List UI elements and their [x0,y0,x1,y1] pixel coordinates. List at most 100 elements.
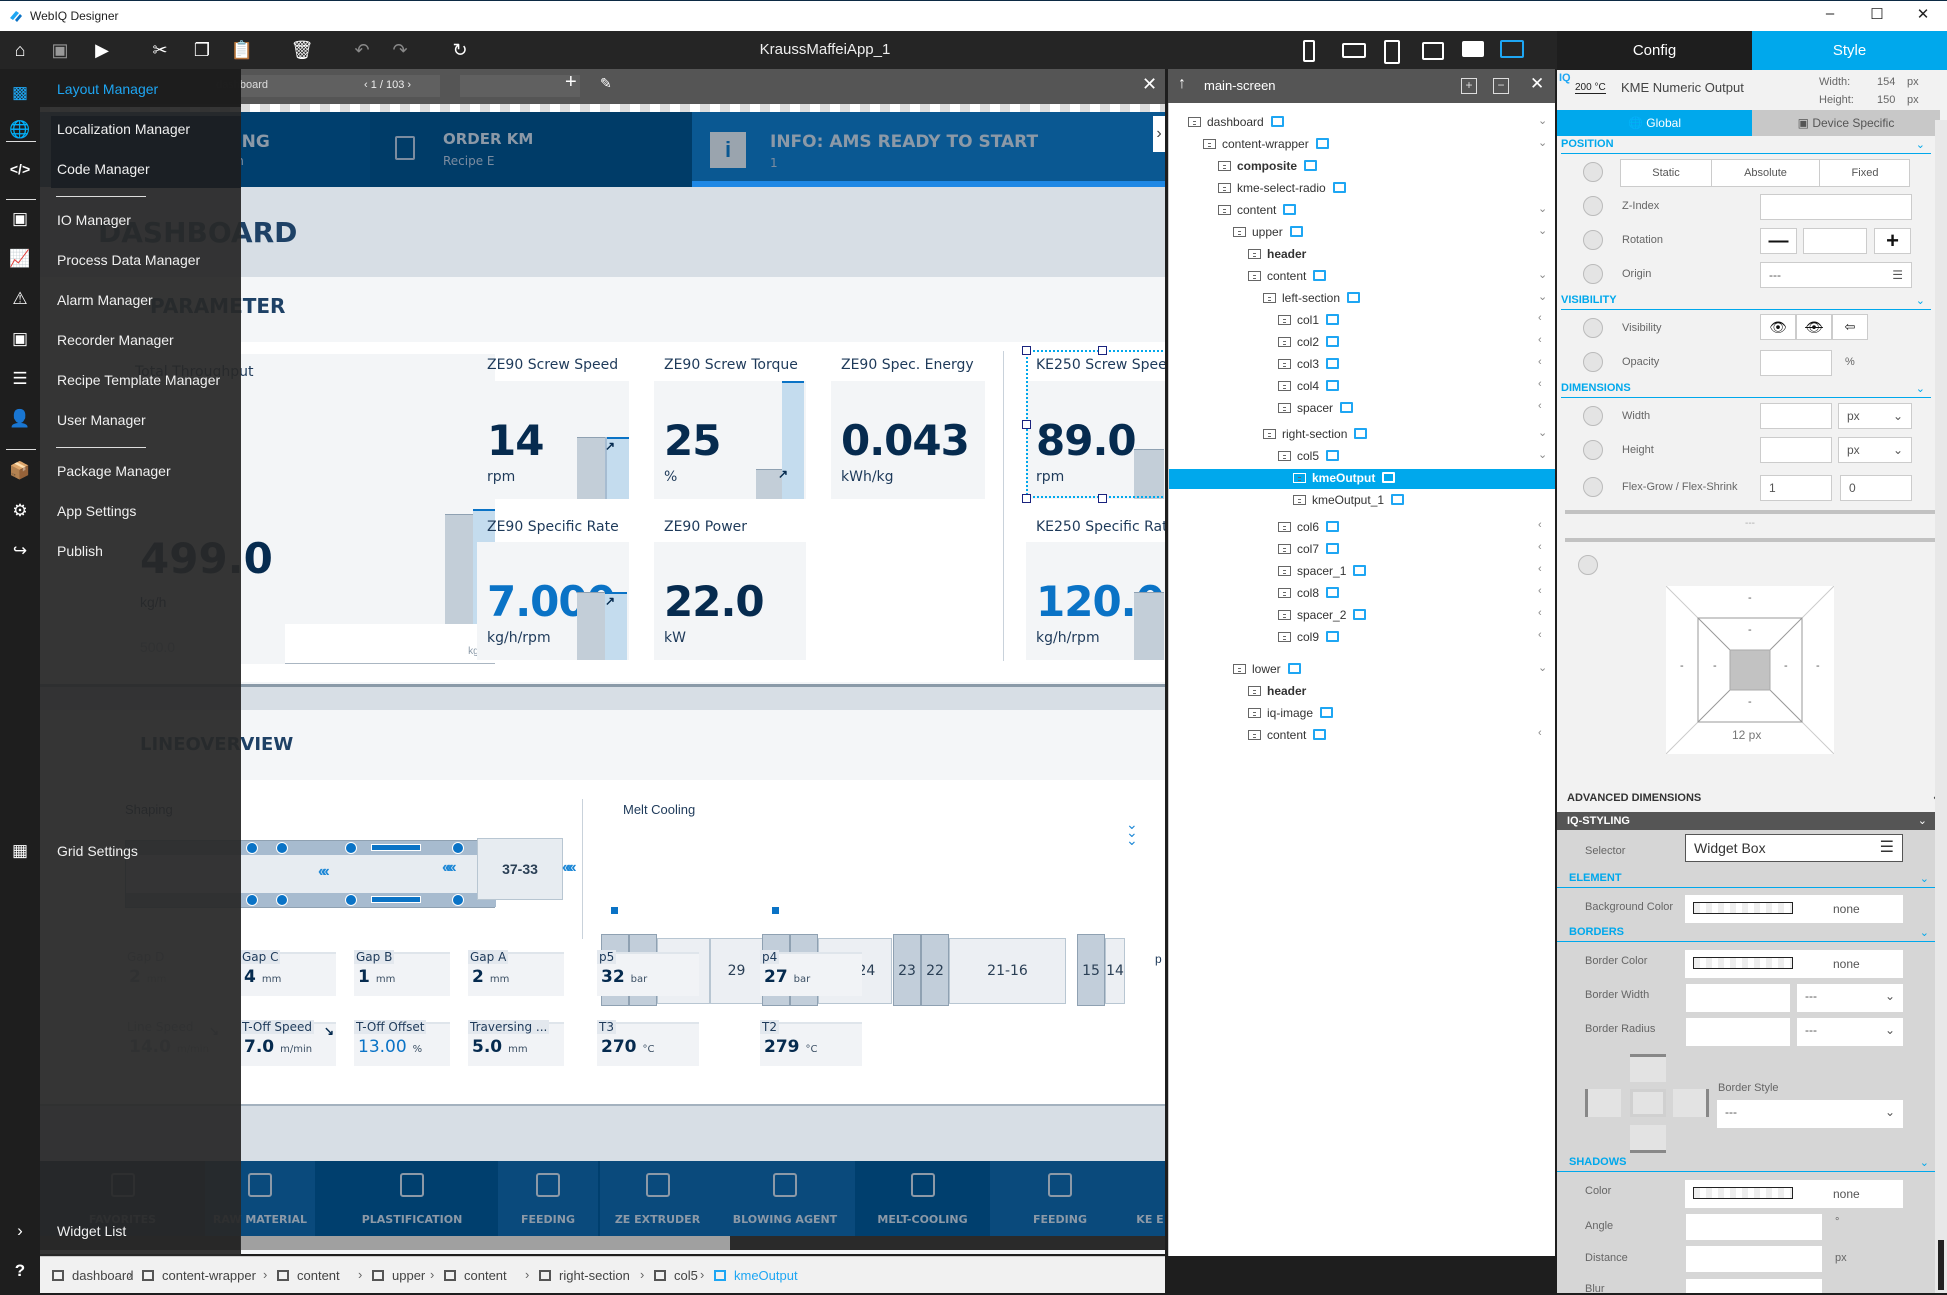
edit-responsive-icon[interactable] [1315,138,1329,149]
position-fixed-button[interactable]: Fixed [1820,160,1910,186]
menu-item-recorder-manager[interactable]: Recorder Manager [57,332,174,348]
edit-responsive-icon[interactable] [1340,402,1354,413]
footer-tab[interactable]: KE E [1130,1161,1165,1236]
tree-node[interactable]: composite [1218,156,1318,176]
tree-node[interactable]: col8 [1278,583,1340,603]
add-icon[interactable]: + [565,71,577,94]
kpi-widget-ze90-screw-torque[interactable]: 25 % ↗ [654,381,806,499]
chevron-down-icon[interactable]: ⌄ [1538,290,1547,303]
chevron-left-icon[interactable]: ‹ [1538,519,1542,531]
warning-icon[interactable]: ⚠ [8,287,32,311]
section-visibility[interactable]: VISIBILITY ⌄ [1561,294,1931,310]
chevron-left-icon[interactable]: ‹ [1538,629,1542,641]
menu-item-app-settings[interactable]: App Settings [57,503,136,519]
menu-item-user-manager[interactable]: User Manager [57,412,146,428]
value-widget[interactable]: T-Off Offset 13.00% [354,1020,450,1066]
footer-tab[interactable]: BLOWING AGENT [715,1161,855,1236]
border-radius-unit-select[interactable]: --- ⌄ [1797,1018,1903,1046]
device-laptop-icon[interactable] [1462,41,1484,57]
undo-icon[interactable]: ↶ [350,38,374,62]
tree-node[interactable]: col1 [1278,310,1340,330]
rotation-decrement-button[interactable]: — [1760,228,1797,254]
edit-responsive-icon[interactable] [1326,521,1340,532]
breadcrumb-item[interactable]: content-wrapper [142,1268,256,1283]
border-side-left-button[interactable] [1585,1089,1621,1117]
menu-item-grid-settings[interactable]: Grid Settings [57,843,138,859]
opacity-input[interactable] [1760,350,1832,376]
position-static-button[interactable]: Static [1621,160,1712,186]
edit-responsive-icon[interactable] [1326,336,1340,347]
section-borders[interactable]: BORDERS ⌄ [1557,926,1935,942]
chevron-left-icon[interactable]: ‹ [1538,312,1542,324]
value-widget[interactable]: Traversing ... 5.0 mm [468,1020,564,1066]
chevron-down-icon[interactable]: ⌄ [1538,268,1547,281]
kpi-widget-ze90-spec-energy[interactable]: 0.043 kWh/kg [831,381,985,499]
border-side-bottom-button[interactable] [1630,1125,1666,1153]
menu-item-publish[interactable]: Publish [57,543,103,559]
tree-node[interactable]: col7 [1278,539,1340,559]
resize-handle[interactable] [1022,494,1031,503]
tree-node[interactable]: upper [1233,222,1303,242]
extruder-zone[interactable]: 23 [893,934,921,1006]
refresh-icon[interactable]: ↻ [448,38,472,62]
visible-button[interactable]: 👁 [1760,314,1796,340]
extruder-zone[interactable]: 15 [1077,934,1105,1006]
tree-node[interactable]: col3 [1278,354,1340,374]
device-override-icon[interactable] [1583,196,1603,216]
device-override-icon[interactable] [1583,162,1603,182]
menu-item-process-data-manager[interactable]: Process Data Manager [57,252,200,268]
resize-handle[interactable] [1022,420,1031,429]
tree-node[interactable]: header [1248,681,1306,701]
collapsed-button[interactable]: ⇦ [1832,314,1868,340]
chevron-left-icon[interactable]: ‹ [1538,378,1542,390]
edit-responsive-icon[interactable] [1382,472,1396,483]
page-navigator[interactable]: ‹ 1 / 103 › [358,75,440,97]
border-side-all-button[interactable] [1630,1089,1666,1117]
edit-responsive-icon[interactable] [1326,587,1340,598]
tree-node[interactable]: dashboard [1188,112,1284,132]
footer-tab[interactable]: FEEDING [990,1161,1130,1236]
close-window-icon[interactable]: ✕ [1908,5,1938,23]
breadcrumb-item[interactable]: dashboard [52,1268,133,1283]
tree-node[interactable]: kmeOutput [1293,468,1396,488]
edit-responsive-icon[interactable] [1304,160,1318,171]
shadow-angle-input[interactable] [1686,1214,1822,1240]
edit-responsive-icon[interactable] [1354,428,1368,439]
tree-node[interactable]: content-wrapper [1203,134,1329,154]
extruder-zone[interactable]: 22 [921,934,949,1006]
breadcrumb-item[interactable]: col5 [654,1268,698,1283]
edit-responsive-icon[interactable] [1289,226,1303,237]
footer-scrollbar-thumb[interactable] [240,1236,730,1250]
extruder-zone[interactable]: 29 [710,938,763,1004]
device-tablet-portrait-icon[interactable] [1384,40,1400,64]
device-override-icon[interactable] [1583,440,1603,460]
paste-icon[interactable]: 📋 [230,38,254,62]
io-icon[interactable]: ▣ [8,207,32,231]
device-phone-landscape-icon[interactable] [1342,43,1366,58]
edit-responsive-icon[interactable] [1326,543,1340,554]
save-icon[interactable]: ▣ [48,38,72,62]
style-panel-scrollbar-thumb[interactable] [1938,1240,1944,1290]
tree-node[interactable]: content [1248,266,1327,286]
edit-responsive-icon[interactable] [1391,494,1405,505]
device-desktop-icon[interactable] [1500,40,1524,58]
section-position[interactable]: POSITION ⌄ [1561,138,1931,154]
device-tablet-landscape-icon[interactable] [1422,42,1444,60]
flex-grow-input[interactable]: 1 [1760,475,1832,501]
tab-config[interactable]: Config [1557,31,1752,70]
z-index-input[interactable] [1760,194,1912,220]
tree-node[interactable]: kmeOutput_1 [1293,490,1405,510]
layout-icon[interactable]: ▩ [8,81,32,105]
margin-left-value[interactable]: - [1680,660,1684,672]
device-override-icon[interactable] [1583,230,1603,250]
tree-node[interactable]: header [1248,244,1306,264]
footer-tab[interactable]: PLASTIFICATION [342,1161,482,1236]
chevron-down-icon[interactable]: ⌄ [1538,136,1547,149]
menu-item-layout-manager[interactable]: Layout Manager [57,81,158,97]
tree-node[interactable]: col5 [1278,446,1340,466]
minimize-icon[interactable]: – [1815,5,1845,22]
device-override-icon[interactable] [1583,406,1603,426]
device-phone-portrait-icon[interactable] [1303,40,1315,62]
search-field[interactable] [460,75,580,97]
dim-width-input[interactable] [1760,403,1832,429]
